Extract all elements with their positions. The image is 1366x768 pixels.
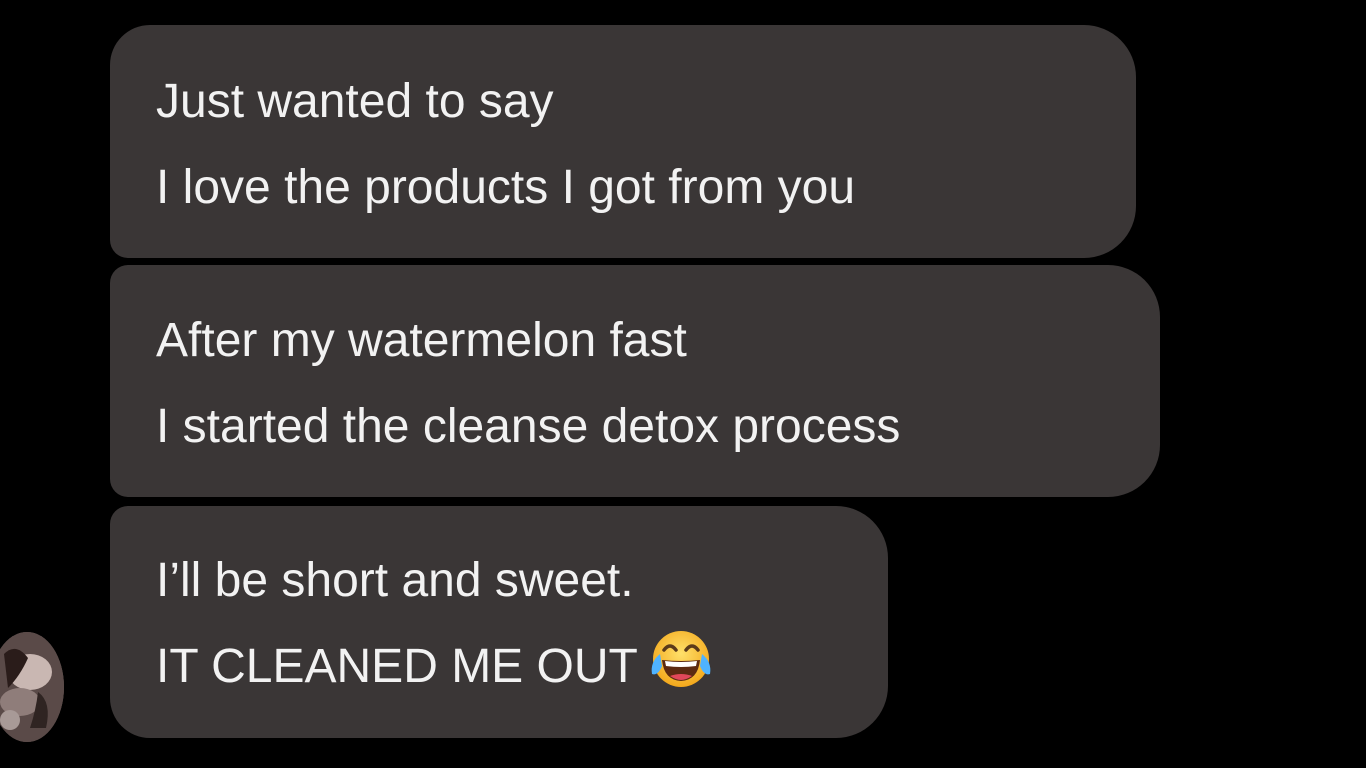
- message-text: IT CLEANED ME OUT: [156, 640, 638, 693]
- message-bubble[interactable]: After my watermelon fast I started the c…: [110, 265, 1160, 497]
- message-text: I started the cleanse detox process: [156, 400, 901, 453]
- message-bubble[interactable]: Just wanted to say I love the products I…: [110, 25, 1136, 258]
- message-line-with-emoji: IT CLEANED ME OUT: [156, 624, 888, 710]
- message-text: Just wanted to say: [156, 75, 554, 128]
- avatar-image-icon: [0, 632, 64, 742]
- sender-avatar[interactable]: [0, 632, 64, 742]
- message-bubble[interactable]: I’ll be short and sweet. IT CLEANED ME O…: [110, 506, 888, 738]
- chat-screen: Just wanted to say I love the products I…: [0, 0, 1366, 768]
- message-text: After my watermelon fast: [156, 314, 687, 367]
- tears-of-joy-emoji-icon: [646, 624, 716, 694]
- message-text: I love the products I got from you: [156, 161, 856, 214]
- message-text: I’ll be short and sweet.: [156, 554, 634, 607]
